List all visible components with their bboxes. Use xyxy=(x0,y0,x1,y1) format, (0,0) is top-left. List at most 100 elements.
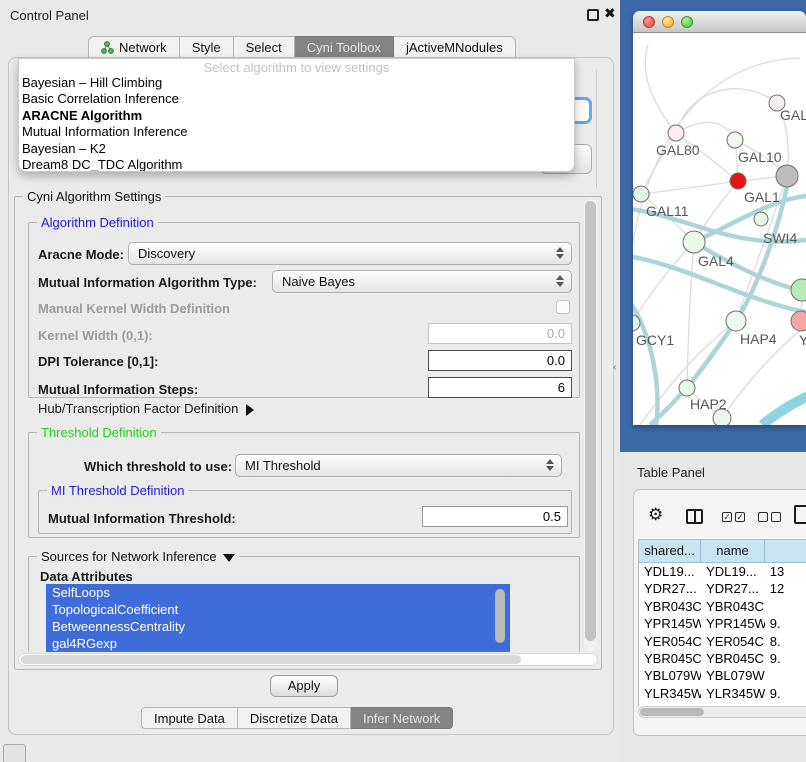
collapsed-arrow-icon[interactable] xyxy=(246,404,254,416)
network-node-gal1[interactable] xyxy=(730,173,746,189)
network-node-gal10[interactable] xyxy=(727,132,743,148)
table-row[interactable]: YBR043CYBR043C xyxy=(639,598,806,615)
mi-steps-input[interactable]: 6 xyxy=(428,377,572,398)
group-border-fragment xyxy=(596,70,597,188)
node-label: GCY1 xyxy=(636,332,674,348)
settings-vertical-scrollbar[interactable] xyxy=(584,199,597,651)
stepper-arrows-icon xyxy=(556,275,564,287)
tab-style[interactable]: Style xyxy=(180,36,234,58)
minimized-panel-icon[interactable] xyxy=(3,744,26,762)
expanded-arrow-icon[interactable] xyxy=(223,554,235,562)
new-table-icon[interactable] xyxy=(794,505,806,524)
table-row[interactable]: YER054CYER054C8. xyxy=(639,633,806,650)
tab-select[interactable]: Select xyxy=(234,36,295,58)
mi-type-combo[interactable]: Naive Bayes xyxy=(272,270,572,293)
control-panel-title: Control Panel xyxy=(10,8,89,23)
network-node-hap2[interactable] xyxy=(679,380,695,396)
network-node[interactable] xyxy=(791,279,806,301)
minimize-traffic-light-icon[interactable] xyxy=(662,16,674,28)
network-node-gal11[interactable] xyxy=(633,186,649,202)
algorithm-option[interactable]: Bayesian – K2 xyxy=(19,141,574,157)
table-cell: YLR345W xyxy=(639,685,701,702)
node-label: HAP4 xyxy=(740,331,777,347)
kernel-width-label: Kernel Width (0,1): xyxy=(38,328,153,343)
table-row[interactable]: YLR345WYLR345W9. xyxy=(639,685,806,702)
table-cell: 8. xyxy=(765,633,806,650)
data-attribute-item[interactable]: SelfLoops xyxy=(46,584,510,601)
aracne-mode-combo[interactable]: Discovery xyxy=(128,242,572,265)
network-node[interactable] xyxy=(713,409,731,425)
float-panel-icon[interactable] xyxy=(587,9,599,21)
algorithm-option[interactable]: Dream8 DC_TDC Algorithm xyxy=(19,157,574,172)
hub-definition-label: Hub/Transcription Factor Definition xyxy=(38,401,238,416)
manual-kernel-checkbox[interactable] xyxy=(556,300,570,314)
scrollbar-thumb[interactable] xyxy=(21,655,521,664)
network-node[interactable] xyxy=(776,165,798,187)
table-cell: YDR27... xyxy=(639,580,701,597)
hub-definition-toggle[interactable]: Hub/Transcription Factor Definition xyxy=(38,401,254,416)
column-layout-icon[interactable] xyxy=(686,509,703,524)
table-row[interactable]: YDL19...YDL19...13 xyxy=(639,563,806,580)
attribute-list-scrollbar[interactable] xyxy=(495,589,505,643)
tab-infer-network[interactable]: Infer Network xyxy=(351,707,453,729)
stepper-arrows-icon xyxy=(556,247,564,259)
algorithm-option[interactable]: Mutual Information Inference xyxy=(19,124,574,140)
data-attribute-item[interactable]: TopologicalCoefficient xyxy=(46,601,510,618)
scrollbar-thumb[interactable] xyxy=(585,201,596,641)
algorithm-option[interactable]: Bayesian – Hill Climbing xyxy=(19,75,574,91)
tab-cyni-toolbox[interactable]: Cyni Toolbox xyxy=(295,36,394,58)
network-node-gal4[interactable] xyxy=(683,231,705,253)
apply-button[interactable]: Apply xyxy=(270,675,338,697)
table-panel: ⚙ ✓✓ shared...name YDL19...YDL19...13YDR… xyxy=(633,489,806,736)
cyni-algorithm-settings-legend: Cyni Algorithm Settings xyxy=(23,189,165,204)
tab-impute-data[interactable]: Impute Data xyxy=(141,707,238,729)
network-node-hap4[interactable] xyxy=(726,311,746,331)
column-header[interactable]: shared... xyxy=(639,540,701,563)
table-row[interactable]: YBL079WYBL079W xyxy=(639,667,806,684)
deselect-all-columns-icon[interactable] xyxy=(758,512,781,522)
bottom-tabbar: Impute DataDiscretize DataInfer Network xyxy=(141,707,453,729)
network-node-y[interactable] xyxy=(791,311,806,331)
zoom-traffic-light-icon[interactable] xyxy=(681,16,693,28)
settings-horizontal-scrollbar[interactable] xyxy=(18,653,598,666)
tab-discretize-data[interactable]: Discretize Data xyxy=(238,707,351,729)
mi-type-value: Naive Bayes xyxy=(282,274,355,289)
algorithm-option[interactable]: Basic Correlation Inference xyxy=(19,91,574,107)
app-root: Control Panel ✖ NetworkStyleSelectCyni T… xyxy=(0,0,806,762)
table-row[interactable]: YPR145WYPR145W9. xyxy=(639,615,806,632)
table-cell: YBL079W xyxy=(639,667,701,684)
column-header[interactable] xyxy=(765,540,806,563)
network-canvas[interactable]: GALGAL80GAL10GAL1GAL11SWI4GAL4GCY1HAP4YH… xyxy=(633,33,806,425)
sources-legend-text: Sources for Network Inference xyxy=(41,549,217,564)
data-attribute-item[interactable]: gal4RGexp xyxy=(46,635,510,652)
gear-icon[interactable]: ⚙ xyxy=(648,507,663,524)
mi-threshold-input[interactable]: 0.5 xyxy=(422,506,568,527)
aracne-mode-label: Aracne Mode: xyxy=(38,247,124,262)
select-all-columns-icon[interactable]: ✓✓ xyxy=(722,512,745,522)
algorithm-option[interactable]: ARACNE Algorithm xyxy=(19,108,574,124)
network-node-swi4[interactable] xyxy=(754,212,768,226)
table-cell: YDL19... xyxy=(639,563,701,580)
which-threshold-combo[interactable]: MI Threshold xyxy=(235,454,562,477)
network-edge-thick-teal xyxy=(762,396,806,425)
kernel-width-input[interactable]: 0.0 xyxy=(428,323,572,344)
panel-divider-grip[interactable]: ‹ xyxy=(613,362,616,373)
column-header[interactable]: name xyxy=(701,540,765,563)
network-icon xyxy=(101,41,114,54)
table-row[interactable]: YDR27...YDR27...12 xyxy=(639,580,806,597)
close-traffic-light-icon[interactable] xyxy=(643,16,655,28)
tab-network[interactable]: Network xyxy=(88,36,180,58)
table-horizontal-scrollbar[interactable] xyxy=(638,706,806,718)
manual-kernel-label: Manual Kernel Width Definition xyxy=(38,301,230,316)
network-node-gal80[interactable] xyxy=(668,125,684,141)
threshold-definition-legend: Threshold Definition xyxy=(37,425,161,440)
data-attribute-item[interactable]: BetweennessCentrality xyxy=(46,618,510,635)
table-row[interactable]: YBR045CYBR045C9. xyxy=(639,650,806,667)
scrollbar-thumb[interactable] xyxy=(640,708,704,716)
network-window-titlebar[interactable] xyxy=(633,11,806,33)
sources-legend[interactable]: Sources for Network Inference xyxy=(37,549,239,564)
close-panel-icon[interactable]: ✖ xyxy=(604,6,616,22)
dpi-tolerance-input[interactable]: 0.0 xyxy=(428,350,572,371)
node-label: GAL10 xyxy=(738,149,782,165)
tab-jactivemnodules[interactable]: jActiveMNodules xyxy=(394,36,516,58)
